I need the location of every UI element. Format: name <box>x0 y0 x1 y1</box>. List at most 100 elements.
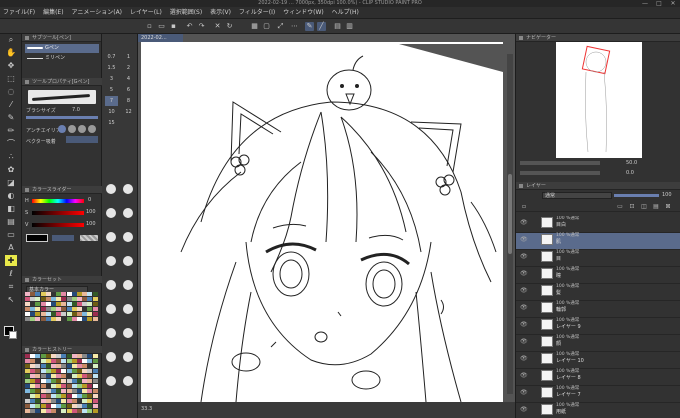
history-swatch[interactable] <box>92 364 98 368</box>
ruler-icon[interactable]: ▤ <box>652 203 660 210</box>
new-folder-icon[interactable]: ▭ <box>616 203 624 210</box>
close-button[interactable]: ✕ <box>666 0 680 7</box>
brush-icon[interactable]: ⌒ <box>5 138 17 149</box>
saturation-slider[interactable] <box>32 211 84 215</box>
layer-name[interactable]: 顔 <box>556 341 561 348</box>
navigator-rotate-slider[interactable] <box>520 171 600 175</box>
history-swatch[interactable] <box>92 374 98 378</box>
brush-size-dot-icon[interactable] <box>106 256 116 266</box>
layer-name[interactable]: 目 <box>556 256 561 263</box>
saturation-value[interactable]: 100 <box>86 209 96 215</box>
brush-size-dot-icon[interactable] <box>123 184 133 194</box>
menu-layer[interactable]: レイヤー(L) <box>127 7 165 19</box>
visibility-eye-icon[interactable]: 👁 <box>520 253 528 260</box>
save-icon[interactable]: ▪ <box>169 22 178 31</box>
antialias-option-icon[interactable] <box>88 125 96 133</box>
brush-size-dot-icon[interactable] <box>123 280 133 290</box>
antialias-option-icon[interactable] <box>58 125 66 133</box>
brush-size-dot-icon[interactable] <box>123 232 133 242</box>
history-swatch[interactable] <box>92 354 98 358</box>
visibility-eye-icon[interactable]: 👁 <box>520 270 528 277</box>
layer-row[interactable]: 👁 100 %通常 輪郭 <box>516 301 680 318</box>
layer-name[interactable]: レイヤー 10 <box>556 358 584 365</box>
menu-selection[interactable]: 選択範囲(S) <box>167 7 206 19</box>
brush-size-dot-icon[interactable] <box>123 376 133 386</box>
layer-row[interactable]: 👁 100 %通常肌 <box>516 233 680 250</box>
fill-icon[interactable]: ◧ <box>5 203 17 214</box>
history-swatch[interactable] <box>92 394 98 398</box>
brush-size-preset[interactable]: 1 <box>122 52 135 62</box>
rotate-icon[interactable]: ↻ <box>225 22 234 31</box>
opacity-slider[interactable] <box>614 194 659 197</box>
menu-animation[interactable]: アニメーション(A) <box>68 7 125 19</box>
history-swatch[interactable] <box>92 359 98 363</box>
move-icon[interactable]: ✥ <box>5 60 17 71</box>
brush-size-dot-icon[interactable] <box>106 376 116 386</box>
layer-row[interactable]: 👁 100 %通常 用紙 <box>516 403 680 418</box>
sub-color-chip[interactable] <box>9 331 17 339</box>
vector-snap-toggle[interactable] <box>66 136 98 143</box>
menu-help[interactable]: ヘルプ(H) <box>329 7 362 19</box>
canvas-paper[interactable] <box>141 42 503 403</box>
maximize-button[interactable]: □ <box>652 0 666 7</box>
grid-icon[interactable]: ▤ <box>333 22 342 31</box>
brush-size-preset[interactable]: 6 <box>122 85 135 95</box>
brush-size-preset[interactable]: 10 <box>105 107 118 117</box>
brush-size-preset[interactable]: 3 <box>105 74 118 84</box>
brush-size-preset[interactable]: 15 <box>105 118 118 128</box>
layer-row[interactable]: 👁 100 %通常 レイヤー 10 <box>516 352 680 369</box>
color-swatch[interactable] <box>92 317 98 321</box>
transform-icon[interactable]: ⤢ <box>276 22 285 31</box>
menu-window[interactable]: ウィンドウ(W) <box>280 7 327 19</box>
shape-icon[interactable]: ▭ <box>5 229 17 240</box>
layer-row[interactable]: 👁 100 %通常髪 <box>516 284 680 301</box>
history-swatch[interactable] <box>92 389 98 393</box>
brush-size-dot-icon[interactable] <box>106 184 116 194</box>
frame-icon[interactable]: ⌗ <box>5 281 17 292</box>
color-mode-button[interactable] <box>52 235 74 241</box>
brush-size-dot-icon[interactable] <box>123 352 133 362</box>
decoration-icon[interactable]: ✿ <box>5 164 17 175</box>
layer-name[interactable]: 目白 <box>556 222 566 229</box>
brush-size-dot-icon[interactable] <box>123 304 133 314</box>
open-icon[interactable]: ▭ <box>157 22 166 31</box>
brush-size-preset[interactable]: 7 <box>105 96 118 106</box>
mask-icon[interactable]: ◫ <box>640 203 648 210</box>
visibility-eye-icon[interactable]: 👁 <box>520 372 528 379</box>
hand-icon[interactable]: ✋ <box>5 47 17 58</box>
brush-size-value[interactable]: 7.0 <box>72 107 80 113</box>
layer-row[interactable]: 👁 100 %通常 レイヤー 8 <box>516 369 680 386</box>
brush-size-dot-icon[interactable] <box>106 352 116 362</box>
brush-size-dot-icon[interactable] <box>106 280 116 290</box>
menu-file[interactable]: ファイル(F) <box>0 7 38 19</box>
menu-filter[interactable]: フィルター(I) <box>236 7 278 19</box>
color-swatch[interactable] <box>92 307 98 311</box>
layer-row[interactable]: 👁 100 %通常目 <box>516 250 680 267</box>
lasso-icon[interactable]: ◌ <box>5 86 17 97</box>
layer-name[interactable]: レイヤー 9 <box>556 324 581 331</box>
redo-icon[interactable]: ↷ <box>197 22 206 31</box>
hue-slider[interactable] <box>32 199 84 203</box>
zoom-readout[interactable]: 33.3 <box>141 406 152 412</box>
brush-size-dot-icon[interactable] <box>106 208 116 218</box>
text-icon[interactable]: A <box>5 242 17 253</box>
color-history-grid[interactable] <box>25 354 99 414</box>
deselect-icon[interactable]: ▢ <box>262 22 271 31</box>
color-set-grid[interactable] <box>25 292 99 324</box>
visibility-eye-icon[interactable]: 👁 <box>520 406 528 413</box>
layer-name[interactable]: 輪郭 <box>556 307 566 314</box>
history-swatch[interactable] <box>92 404 98 408</box>
lock-icon[interactable]: ⊡ <box>628 203 636 210</box>
pencil-icon[interactable]: ✏ <box>5 125 17 136</box>
brush-size-preset[interactable]: 2 <box>122 63 135 73</box>
layer-name[interactable]: 肌 <box>556 239 561 246</box>
vector-control-icon[interactable]: ✚ <box>5 255 17 266</box>
blend-icon[interactable]: ◐ <box>5 190 17 201</box>
airbrush-icon[interactable]: ∴ <box>5 151 17 162</box>
visibility-eye-icon[interactable]: 👁 <box>520 287 528 294</box>
current-color-swatch[interactable] <box>26 234 48 242</box>
subtool-item-milli-pen[interactable]: ミリペン <box>25 54 99 63</box>
delete-layer-icon[interactable]: ⊠ <box>664 203 672 210</box>
navigator-zoom-value[interactable]: 50.0 <box>626 160 637 166</box>
new-icon[interactable]: ▫ <box>145 22 154 31</box>
